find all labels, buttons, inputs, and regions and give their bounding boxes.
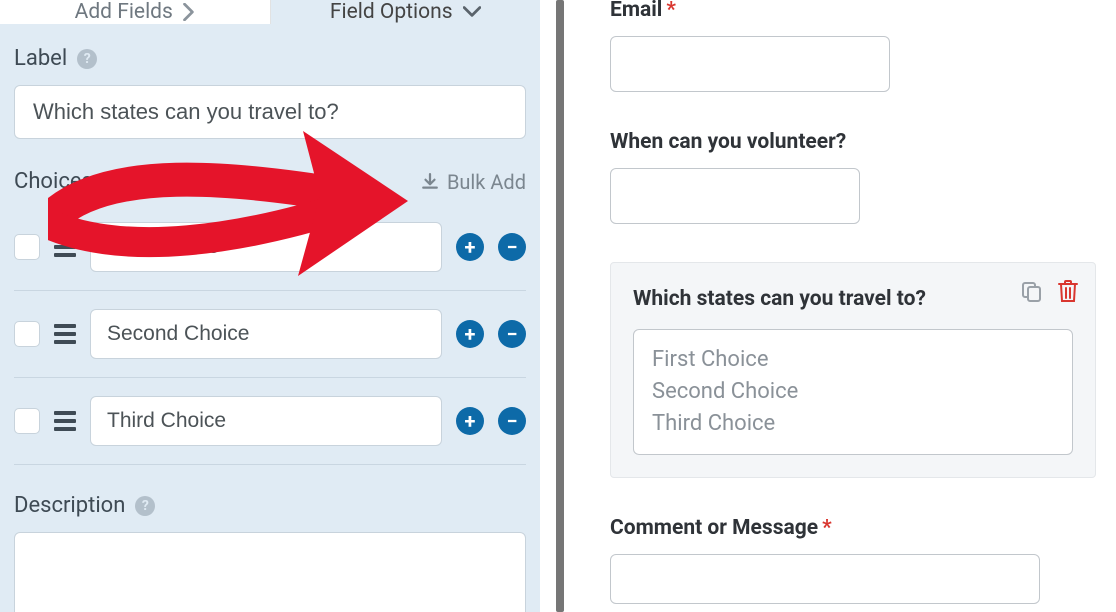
field-options-panel: Label ? Choices ? Bulk Add +−+−+− Descri… bbox=[0, 24, 540, 612]
list-item[interactable]: Second Choice bbox=[652, 376, 1054, 408]
volunteer-label: When can you volunteer? bbox=[610, 130, 1096, 154]
choice-input[interactable] bbox=[90, 222, 442, 272]
remove-choice-button[interactable]: − bbox=[498, 320, 526, 348]
required-mark: * bbox=[666, 0, 676, 22]
choice-row: +− bbox=[14, 216, 526, 291]
choice-row: +− bbox=[14, 378, 526, 465]
download-icon bbox=[421, 173, 439, 191]
add-choice-button[interactable]: + bbox=[456, 233, 484, 261]
required-mark: * bbox=[822, 516, 832, 540]
choices-title: Choices bbox=[14, 169, 93, 194]
description-textarea[interactable] bbox=[14, 532, 526, 612]
tab-field-options-label: Field Options bbox=[330, 0, 453, 24]
drag-handle-icon[interactable] bbox=[54, 411, 76, 431]
label-input[interactable] bbox=[14, 85, 526, 139]
list-item[interactable]: Third Choice bbox=[652, 408, 1054, 440]
chevron-down-icon bbox=[463, 6, 481, 18]
list-item[interactable]: First Choice bbox=[652, 344, 1054, 376]
comment-input[interactable] bbox=[610, 554, 1040, 604]
description-title: Description bbox=[14, 493, 125, 518]
drag-handle-icon[interactable] bbox=[54, 324, 76, 344]
form-preview: Email* When can you volunteer? Which sta… bbox=[580, 0, 1116, 612]
choice-row: +− bbox=[14, 291, 526, 378]
choice-checkbox[interactable] bbox=[14, 408, 40, 434]
label-title: Label bbox=[14, 46, 67, 71]
remove-choice-button[interactable]: − bbox=[498, 407, 526, 435]
panel-divider[interactable] bbox=[540, 0, 580, 612]
email-input[interactable] bbox=[610, 36, 890, 92]
states-label: Which states can you travel to? bbox=[633, 287, 1073, 311]
choice-checkbox[interactable] bbox=[14, 321, 40, 347]
volunteer-input[interactable] bbox=[610, 168, 860, 224]
trash-icon[interactable] bbox=[1057, 279, 1079, 303]
duplicate-icon[interactable] bbox=[1019, 279, 1043, 303]
drag-handle-icon[interactable] bbox=[54, 237, 76, 257]
help-icon[interactable]: ? bbox=[77, 49, 97, 69]
add-choice-button[interactable]: + bbox=[456, 320, 484, 348]
bulk-add-label: Bulk Add bbox=[447, 170, 526, 194]
selected-field-card[interactable]: Which states can you travel to? First Ch… bbox=[610, 262, 1096, 478]
email-label: Email bbox=[610, 0, 662, 22]
comment-label: Comment or Message bbox=[610, 516, 818, 540]
chevron-right-icon bbox=[183, 3, 195, 21]
help-icon[interactable]: ? bbox=[135, 496, 155, 516]
states-listbox[interactable]: First Choice Second Choice Third Choice bbox=[633, 329, 1073, 455]
choice-input[interactable] bbox=[90, 396, 442, 446]
choice-input[interactable] bbox=[90, 309, 442, 359]
tab-add-fields-label: Add Fields bbox=[75, 0, 173, 24]
help-icon[interactable]: ? bbox=[103, 169, 113, 194]
bulk-add-button[interactable]: Bulk Add bbox=[421, 170, 526, 194]
builder-tabs: Add Fields Field Options bbox=[0, 0, 540, 24]
tab-field-options[interactable]: Field Options bbox=[271, 0, 541, 24]
remove-choice-button[interactable]: − bbox=[498, 233, 526, 261]
tab-add-fields[interactable]: Add Fields bbox=[0, 0, 270, 24]
choice-checkbox[interactable] bbox=[14, 234, 40, 260]
add-choice-button[interactable]: + bbox=[456, 407, 484, 435]
